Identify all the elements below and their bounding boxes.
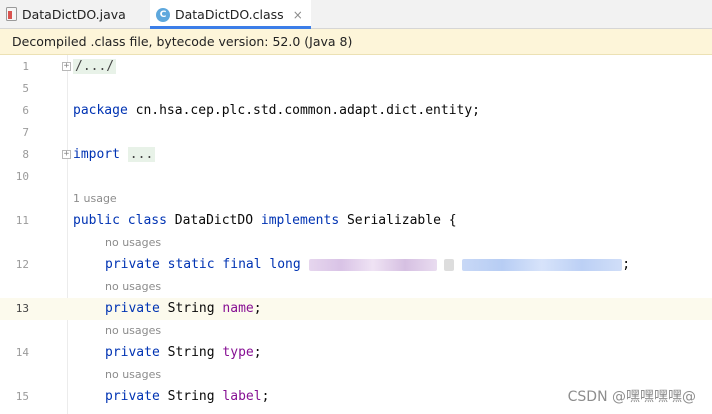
- keyword: private: [105, 345, 160, 360]
- inlay-hint-row: no usages: [0, 364, 712, 386]
- line-number: 6: [22, 104, 29, 117]
- brace: {: [448, 213, 457, 228]
- redacted-text: [444, 258, 455, 271]
- code-line: 10: [0, 166, 712, 188]
- line-number: 5: [22, 82, 29, 95]
- close-icon[interactable]: ×: [293, 8, 303, 22]
- folded-header-comment[interactable]: /.../: [73, 59, 117, 74]
- editor-tab-bar: DataDictDO.java C DataDictDO.class ×: [0, 0, 712, 29]
- semicolon: ;: [253, 301, 262, 316]
- type-name: String: [167, 301, 215, 316]
- tab-datadictdo-class[interactable]: C DataDictDO.class ×: [150, 0, 311, 29]
- keyword: private: [105, 301, 160, 316]
- keyword: import: [73, 147, 120, 162]
- code-line-current: 13 private String name;: [0, 298, 712, 320]
- usage-hint[interactable]: no usages: [105, 320, 161, 342]
- usage-hint[interactable]: no usages: [105, 276, 161, 298]
- keyword: private: [105, 389, 160, 404]
- keyword: long: [269, 257, 301, 272]
- line-number: 7: [22, 126, 29, 139]
- type-name: String: [167, 389, 215, 404]
- banner-text: Decompiled .class file, bytecode version…: [12, 34, 353, 49]
- semicolon: ;: [253, 345, 262, 360]
- keyword: private: [105, 257, 160, 272]
- code-line: 8 + import ...: [0, 144, 712, 166]
- line-number: 10: [15, 170, 29, 183]
- tab-label: DataDictDO.java: [22, 6, 126, 22]
- keyword: implements: [260, 213, 340, 228]
- line-number: 13: [15, 302, 29, 315]
- fold-expand-icon[interactable]: +: [62, 62, 71, 71]
- decompiled-notice-banner: Decompiled .class file, bytecode version…: [0, 29, 712, 55]
- usage-hint[interactable]: no usages: [105, 364, 161, 386]
- type-name: String: [167, 345, 215, 360]
- inlay-hint-row: 1 usage: [0, 188, 712, 210]
- package-name: cn.hsa.cep.plc.std.common.adapt.dict.ent…: [127, 103, 480, 118]
- interface-name: Serializable: [346, 213, 441, 228]
- code-line: 1 + /.../: [0, 56, 712, 78]
- class-file-icon: C: [156, 7, 170, 22]
- inlay-hint-row: no usages: [0, 320, 712, 342]
- redacted-text: [308, 258, 437, 271]
- code-line: 5: [0, 78, 712, 100]
- line-number: 14: [15, 346, 29, 359]
- tab-datadictdo-java[interactable]: DataDictDO.java: [6, 0, 126, 28]
- code-editor[interactable]: 1 + /.../ 5 6 package cn.hsa.cep.plc.std…: [0, 55, 712, 414]
- code-line: 12 private static final long ;: [0, 254, 712, 276]
- keyword: static: [167, 257, 215, 272]
- semicolon: ;: [622, 257, 631, 272]
- class-name: DataDictDO: [174, 213, 254, 228]
- tab-label: DataDictDO.class: [175, 7, 284, 22]
- line-number: 8: [22, 148, 29, 161]
- keyword: public: [73, 213, 120, 228]
- line-number: 11: [15, 214, 29, 227]
- field-name: type: [222, 345, 254, 360]
- java-file-icon: [6, 7, 17, 21]
- code-line: 11 public class DataDictDO implements Se…: [0, 210, 712, 232]
- line-number: 15: [15, 390, 29, 403]
- csdn-watermark: CSDN @嘿嘿嘿嘿@: [567, 389, 696, 405]
- folded-imports[interactable]: ...: [127, 147, 156, 162]
- keyword: final: [222, 257, 262, 272]
- semicolon: ;: [261, 389, 270, 404]
- usage-hint[interactable]: no usages: [105, 232, 161, 254]
- field-name: name: [222, 301, 254, 316]
- code-line: 7: [0, 122, 712, 144]
- line-number: 12: [15, 258, 29, 271]
- redacted-text: [462, 258, 623, 271]
- line-number: 1: [22, 60, 29, 73]
- code-line: 14 private String type;: [0, 342, 712, 364]
- inlay-hint-row: no usages: [0, 232, 712, 254]
- inlay-hint-row: no usages: [0, 276, 712, 298]
- usage-hint[interactable]: 1 usage: [73, 188, 117, 210]
- code-line: 6 package cn.hsa.cep.plc.std.common.adap…: [0, 100, 712, 122]
- field-name: label: [222, 389, 262, 404]
- keyword: package: [73, 103, 128, 118]
- fold-expand-icon[interactable]: +: [62, 150, 71, 159]
- keyword: class: [127, 213, 167, 228]
